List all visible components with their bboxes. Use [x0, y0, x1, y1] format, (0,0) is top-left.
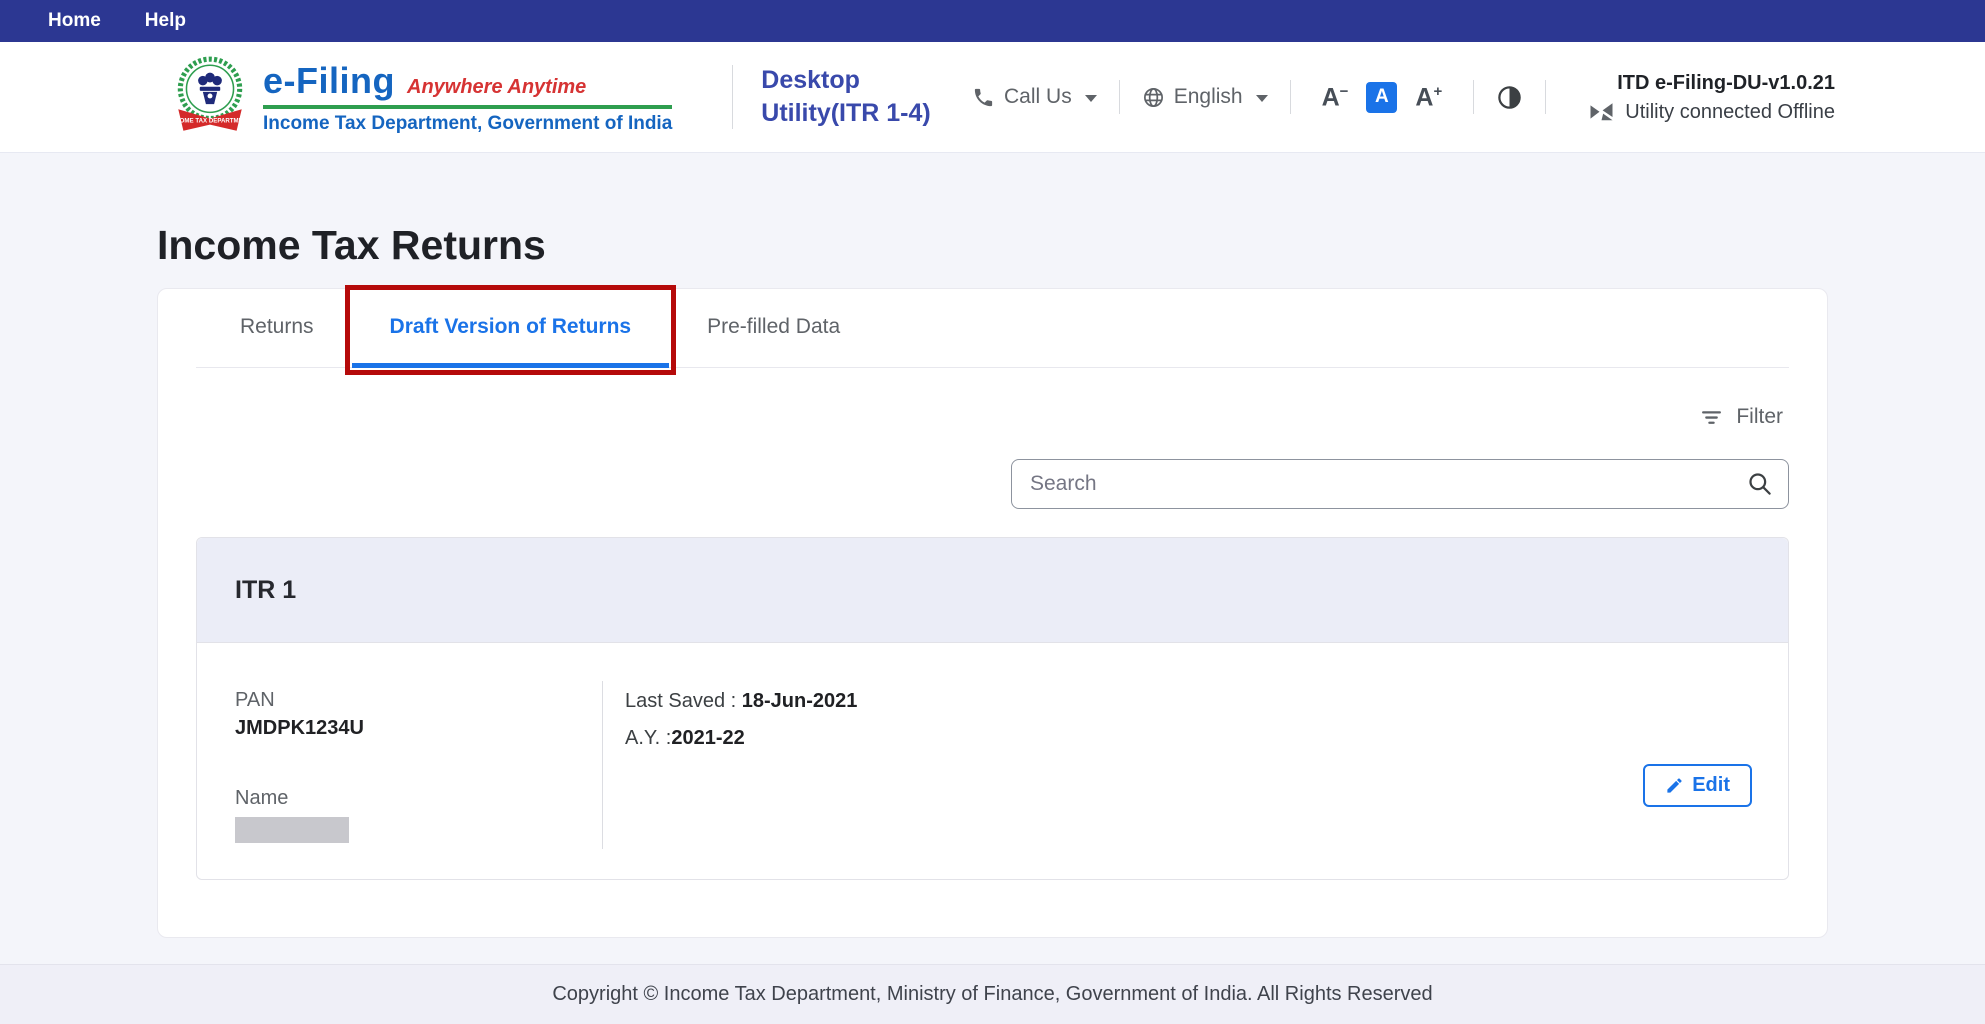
copyright-text: Copyright © Income Tax Department, Minis…	[552, 983, 1432, 1006]
top-navbar: Home Help	[0, 0, 1985, 42]
contrast-icon	[1496, 84, 1523, 111]
app-title-line1: Desktop	[761, 64, 930, 97]
pan-label: PAN	[235, 687, 565, 713]
language-label: English	[1174, 85, 1243, 109]
brand-tagline: Anywhere Anytime	[407, 76, 586, 99]
last-saved-value: 18-Jun-2021	[742, 690, 858, 712]
magnifier-icon	[1746, 470, 1773, 497]
call-us-label: Call Us	[1004, 85, 1072, 109]
last-saved-row: Last Saved : 18-Jun-2021	[625, 687, 857, 715]
tab-returns[interactable]: Returns	[202, 289, 352, 367]
filter-row: Filter	[202, 404, 1783, 429]
font-decrease-letter: A	[1322, 83, 1340, 111]
assessment-year-label: A.Y. :	[625, 727, 671, 749]
network-offline-icon	[1588, 101, 1615, 123]
tab-prefilled-data[interactable]: Pre-filled Data	[669, 289, 878, 367]
assessment-year-row: A.Y. :2021-22	[625, 724, 857, 752]
itr-card-title: ITR 1	[235, 576, 296, 605]
font-increase-sign: +	[1433, 83, 1442, 100]
edit-button[interactable]: Edit	[1643, 764, 1752, 807]
search-input[interactable]	[1011, 459, 1789, 509]
header-divider	[732, 65, 733, 129]
nav-home[interactable]: Home	[48, 10, 101, 32]
contrast-toggle-button[interactable]	[1496, 84, 1523, 111]
itr-card-body: PAN JMDPK1234U Name Last Saved : 18-Jun-…	[197, 643, 1788, 879]
page-footer: Copyright © Income Tax Department, Minis…	[0, 964, 1985, 1024]
pencil-icon	[1665, 776, 1684, 795]
main-content: Income Tax Returns Returns Draft Version…	[0, 222, 1985, 938]
connection-status-label: Utility connected Offline	[1625, 99, 1835, 125]
connection-status: Utility connected Offline	[1588, 99, 1835, 125]
brand-divider	[263, 105, 672, 109]
font-decrease-sign: −	[1340, 83, 1349, 100]
saved-info-column: Last Saved : 18-Jun-2021 A.Y. :2021-22	[625, 687, 857, 761]
app-root: Home Help INCOME TAX DEPARTMENT	[0, 0, 1985, 938]
version-block: ITD e-Filing-DU-v1.0.21 Utility connecte…	[1588, 70, 1835, 125]
tab-label: Draft Version of Returns	[390, 315, 632, 338]
font-decrease-button[interactable]: A−	[1322, 84, 1349, 110]
font-increase-button[interactable]: A+	[1415, 84, 1442, 110]
pan-value: JMDPK1234U	[235, 713, 565, 743]
search-button[interactable]	[1746, 470, 1773, 500]
language-selector[interactable]: English	[1142, 85, 1268, 109]
last-saved-label: Last Saved :	[625, 690, 742, 712]
search-row	[196, 459, 1789, 509]
app-title: Desktop Utility(ITR 1-4)	[761, 64, 930, 130]
income-tax-emblem-icon: INCOME TAX DEPARTMENT	[171, 53, 249, 141]
phone-icon	[972, 86, 995, 109]
brand-name: e-Filing	[263, 60, 395, 102]
font-default-letter: A	[1375, 86, 1389, 107]
name-label: Name	[235, 785, 565, 811]
itr-card-header: ITR 1	[197, 538, 1788, 643]
header-divider	[1119, 80, 1120, 114]
header-divider	[1473, 80, 1474, 114]
header-divider	[1545, 80, 1546, 114]
filter-lines-icon	[1699, 404, 1724, 429]
globe-icon	[1142, 86, 1165, 109]
redacted-name-value	[235, 817, 349, 843]
tab-draft-version-of-returns[interactable]: Draft Version of Returns	[352, 289, 670, 367]
pan-name-column: PAN JMDPK1234U Name	[235, 687, 565, 843]
page-title: Income Tax Returns	[157, 222, 1828, 269]
call-us-button[interactable]: Call Us	[972, 85, 1097, 109]
assessment-year-value: 2021-22	[671, 727, 744, 749]
app-header: INCOME TAX DEPARTMENT e-Filing Anywhere …	[0, 42, 1985, 152]
nav-help[interactable]: Help	[145, 10, 186, 32]
chevron-down-icon	[1256, 95, 1268, 102]
tab-bar: Returns Draft Version of Returns Pre-fil…	[196, 289, 1789, 368]
efiling-logo: INCOME TAX DEPARTMENT e-Filing Anywhere …	[171, 53, 672, 141]
font-increase-letter: A	[1415, 83, 1433, 111]
logo-text: e-Filing Anywhere Anytime Income Tax Dep…	[263, 60, 672, 135]
returns-panel: Returns Draft Version of Returns Pre-fil…	[157, 288, 1828, 938]
edit-button-label: Edit	[1692, 774, 1730, 797]
card-column-divider	[602, 681, 603, 849]
header-controls: Call Us English A− A A+	[972, 70, 1835, 125]
emblem-banner-text: INCOME TAX DEPARTMENT	[171, 118, 249, 125]
filter-button[interactable]: Filter	[1699, 404, 1783, 429]
filter-label: Filter	[1736, 405, 1783, 429]
chevron-down-icon	[1085, 95, 1097, 102]
header-divider	[1290, 80, 1291, 114]
app-title-line2: Utility(ITR 1-4)	[761, 97, 930, 130]
font-default-button[interactable]: A	[1366, 82, 1397, 113]
itr-draft-card: ITR 1 PAN JMDPK1234U Name Last Saved : 1…	[196, 537, 1789, 880]
brand-subtitle: Income Tax Department, Government of Ind…	[263, 113, 672, 135]
search-box	[1011, 459, 1789, 509]
app-version: ITD e-Filing-DU-v1.0.21	[1588, 70, 1835, 96]
